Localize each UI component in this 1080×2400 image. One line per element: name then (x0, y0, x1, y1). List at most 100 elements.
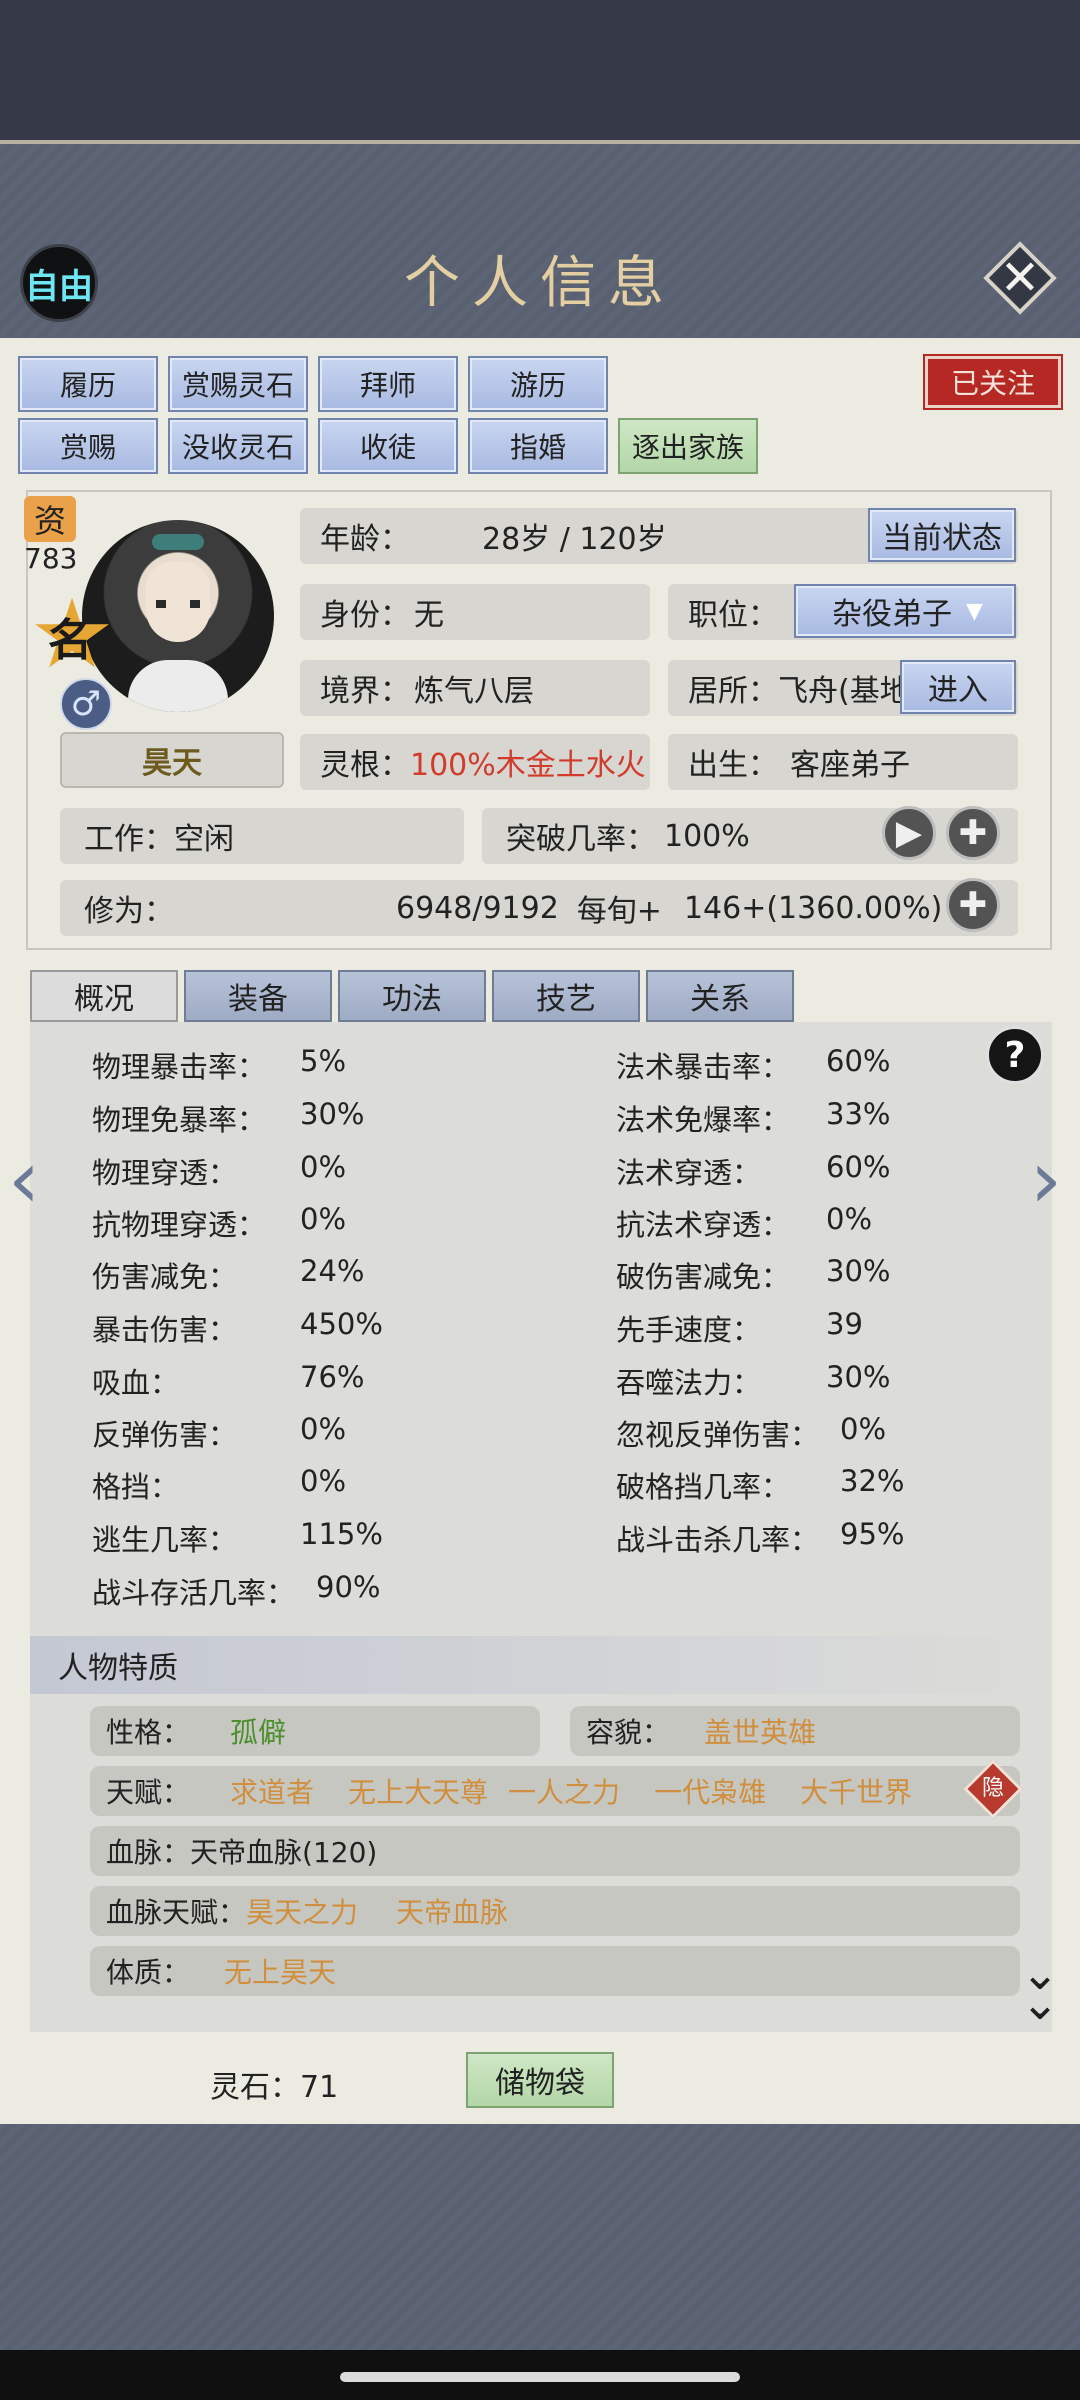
stat-label: 格挡： (92, 1470, 180, 1504)
chevron-left-icon[interactable]: ‹ (8, 1140, 48, 1220)
physique-value[interactable]: 无上昊天 (224, 1951, 336, 1991)
talent-item[interactable]: 大千世界 (800, 1771, 912, 1811)
aptitude-value: 783 (24, 542, 78, 575)
cultivation-plus-button[interactable]: ✚ (946, 878, 1000, 932)
stat-label: 吞噬法力： (616, 1366, 762, 1400)
chevron-right-icon[interactable]: › (1030, 1140, 1070, 1220)
stat-value: 90% (316, 1570, 381, 1604)
bloodline-label: 血脉： (106, 1836, 191, 1869)
per-turn-label: 每旬+ (576, 894, 662, 929)
stat-value: 32% (840, 1464, 905, 1498)
tab-equipment[interactable]: 装备 (184, 970, 332, 1022)
stat-label: 吸血： (92, 1366, 180, 1400)
tab-techniques[interactable]: 功法 (338, 970, 486, 1022)
bloodline-field: 血脉： 天帝血脉(120) (90, 1826, 1020, 1876)
stat-label: 物理免暴率： (92, 1103, 267, 1137)
help-icon[interactable]: ? (986, 1026, 1044, 1084)
talent-item[interactable]: 无上大天尊 (348, 1771, 488, 1811)
position-label: 职位： (688, 598, 778, 633)
talent-field: 天赋： 求道者 无上大天尊 一人之力 一代枭雄 大千世界 (90, 1766, 1020, 1816)
gender-male-icon: ♂ (60, 678, 112, 730)
personality-field: 性格： 孤僻 (90, 1706, 540, 1756)
bloodline-value: 天帝血脉(120) (190, 1836, 378, 1869)
storage-bag-button[interactable]: 储物袋 (466, 2052, 614, 2108)
looks-label: 容貌： (586, 1716, 671, 1749)
stat-label: 物理穿透： (92, 1156, 238, 1190)
stat-label: 伤害减免： (92, 1260, 238, 1294)
expel-button[interactable]: 逐出家族 (618, 418, 758, 474)
talent-item[interactable]: 一代枭雄 (654, 1771, 766, 1811)
dropdown-arrow-icon: ▼ (966, 598, 983, 624)
tab-skills[interactable]: 技艺 (492, 970, 640, 1022)
stat-value: 450% (300, 1307, 383, 1341)
arrange-marriage-button[interactable]: 指婚 (468, 418, 608, 474)
enter-button[interactable]: 进入 (900, 660, 1016, 714)
cultivation-field: 修为： 6948/9192 每旬+ 146+(1360.00%) (60, 880, 1018, 936)
avatar-robe (128, 660, 228, 712)
apprentice-button[interactable]: 拜师 (318, 356, 458, 412)
stat-label: 破格挡几率： (616, 1470, 791, 1504)
character-name[interactable]: 昊天 (60, 732, 284, 788)
history-button[interactable]: 履历 (18, 356, 158, 412)
take-disciple-button[interactable]: 收徒 (318, 418, 458, 474)
avatar-crown (152, 534, 204, 550)
work-value: 空闲 (174, 822, 234, 857)
talent-item[interactable]: 求道者 (230, 1771, 314, 1811)
home-indicator[interactable] (340, 2372, 740, 2382)
reward-stones-button[interactable]: 赏赐灵石 (168, 356, 308, 412)
spirit-root-value: 100%木金土水火 (410, 748, 646, 783)
stat-value: 60% (826, 1044, 891, 1078)
work-label: 工作： (84, 822, 174, 857)
stat-label: 暴击伤害： (92, 1313, 238, 1347)
stat-value: 33% (826, 1097, 891, 1131)
spirit-stones-display: 灵石：71 (210, 2062, 338, 2106)
stat-value: 30% (826, 1254, 891, 1288)
followed-button[interactable]: 已关注 (923, 354, 1063, 410)
travel-button[interactable]: 游历 (468, 356, 608, 412)
stat-value: 76% (300, 1360, 365, 1394)
double-chevron-down-icon[interactable]: ⌄ ⌄ (1010, 1950, 1070, 2026)
tab-relations[interactable]: 关系 (646, 970, 794, 1022)
stat-label: 法术穿透： (616, 1156, 762, 1190)
cultivation-label: 修为： (84, 894, 174, 929)
tab-overview[interactable]: 概况 (30, 970, 178, 1022)
stat-value: 5% (300, 1044, 347, 1078)
current-status-button[interactable]: 当前状态 (868, 508, 1016, 562)
identity-field: 身份： 无 (300, 584, 650, 640)
aptitude-label: 资 (24, 496, 76, 542)
hide-label: 隐 (981, 1776, 1004, 1801)
physique-label: 体质： (106, 1956, 191, 1989)
breakthrough-value: 100% (664, 818, 750, 854)
cultivation-value: 6948/9192 (396, 890, 559, 926)
confiscate-stones-button[interactable]: 没收灵石 (168, 418, 308, 474)
close-button[interactable]: ✕ (982, 240, 1058, 316)
status-bar-area (0, 0, 1080, 140)
age-label: 年龄： (320, 522, 410, 557)
stat-label: 忽视反弹伤害： (616, 1418, 820, 1452)
spirit-root-label: 灵根： (320, 748, 410, 783)
talent-item[interactable]: 一人之力 (508, 1771, 620, 1811)
plus-icon: ✚ (958, 813, 988, 853)
talent-label: 天赋： (106, 1776, 191, 1809)
stat-label: 破伤害减免： (616, 1260, 791, 1294)
stat-value: 0% (300, 1464, 347, 1498)
identity-value: 无 (414, 598, 444, 633)
home-indicator-area (0, 2350, 1080, 2400)
stat-value: 60% (826, 1150, 891, 1184)
bloodline-talent-item[interactable]: 天帝血脉 (396, 1891, 508, 1931)
play-icon[interactable]: ▶ (882, 806, 936, 860)
stat-value: 0% (300, 1150, 347, 1184)
fame-badge: ★ 名 (28, 586, 116, 682)
stat-value: 0% (826, 1202, 873, 1236)
realm-value: 炼气八层 (414, 674, 534, 709)
page-title: 个人信息 (404, 251, 676, 316)
plus-icon: ✚ (958, 885, 988, 925)
reward-button[interactable]: 赏赐 (18, 418, 158, 474)
stat-label: 抗物理穿透： (92, 1208, 267, 1242)
bloodline-talent-item[interactable]: 昊天之力 (246, 1891, 358, 1931)
age-value: 28岁 / 120岁 (482, 522, 667, 557)
breakthrough-plus-button[interactable]: ✚ (946, 806, 1000, 860)
stat-value: 0% (300, 1202, 347, 1236)
avatar-eyes (156, 600, 200, 608)
position-dropdown[interactable]: 杂役弟子 ▼ (794, 584, 1016, 638)
